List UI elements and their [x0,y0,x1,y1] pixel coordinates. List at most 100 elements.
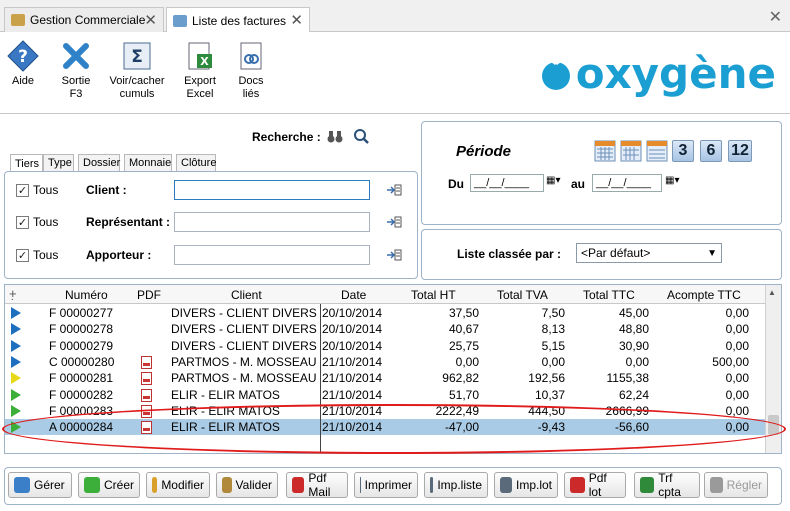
cell-tva: 192,56 [528,371,565,386]
button-icon [222,477,232,493]
aide-button[interactable]: ? Aide [6,40,40,88]
sort-select[interactable]: <Par défaut> ▼ [576,243,722,263]
cell-ttc: 1155,38 [606,371,650,386]
checkbox[interactable]: ✓ [16,248,29,262]
representant-tous-checkbox[interactable]: ✓ Tous [16,215,58,229]
cell-date: 21/10/2014 [322,371,383,386]
tab-label: Gestion Commerciale [30,13,146,27]
button-icon [14,477,30,493]
header-client[interactable]: Client [231,288,262,302]
calendar-week-icon[interactable] [620,140,642,162]
date-from-input[interactable]: __/__/____ [470,174,544,192]
header-pdf[interactable]: PDF [137,288,161,302]
calendar-month-icon[interactable] [646,140,668,162]
date-to-input[interactable]: __/__/____ [592,174,662,192]
table-row[interactable]: C 00000280 PARTMOS - M. MOSSEAU ERIC21/10… [5,354,765,370]
close-icon[interactable]: ✕ [144,11,157,29]
calendar-dropdown-icon[interactable]: ▦▾ [546,175,560,186]
header-numero[interactable]: Numéro [65,288,108,302]
export-excel-button[interactable]: X Export Excel [182,40,218,101]
checkbox[interactable]: ✓ [16,183,29,197]
representant-input[interactable] [174,212,370,232]
header-date[interactable]: Date [341,288,366,302]
subtab-tiers[interactable]: Tiers [10,154,43,172]
sortie-label-2: F3 [69,88,83,100]
apporteur-input[interactable] [174,245,370,265]
svg-text:?: ? [18,47,28,67]
calendar-day-icon[interactable] [594,140,616,162]
docs-lies-button[interactable]: Docs liés [234,40,268,101]
calendar-dropdown-icon[interactable]: ▦▾ [665,175,679,186]
window-close-icon[interactable]: ✕ [769,7,782,27]
button-icon [710,477,723,493]
header-total-tva[interactable]: Total TVA [497,288,548,302]
pdf-icon[interactable] [141,355,152,369]
subtab-cloture[interactable]: Clôture [176,154,216,171]
gérer-button[interactable]: Gérer [8,472,72,498]
excel-icon: X [184,40,216,72]
modifier-button[interactable]: Modifier [146,472,210,498]
client-input[interactable] [174,180,370,200]
button-icon [640,477,655,493]
cell-client: DIVERS - CLIENT DIVERS TEST [171,322,319,337]
cell-ttc: 62,24 [618,387,649,402]
table-row[interactable]: F 00000282 ELIR - ELIR MATOS 21/10/2014 51,… [5,387,765,403]
subtab-dossier[interactable]: Dossier [78,154,120,171]
table-row[interactable]: F 00000281 PARTMOS - M. MOSSEAU ERIC21/10… [5,370,765,386]
cell-acompte: 0,00 [725,306,749,320]
header-total-ttc[interactable]: Total TTC [583,288,635,302]
linked-docs-icon [235,40,267,72]
apporteur-select-icon[interactable] [386,247,402,266]
voir-label-2: cumuls [119,88,155,100]
scroll-up-icon[interactable]: ▲ [768,288,776,297]
client-tous-checkbox[interactable]: ✓ Tous [16,183,58,197]
subtab-type[interactable]: Type [43,154,74,171]
magnifier-icon[interactable] [353,128,369,144]
tab-bar: Gestion Commerciale ✕ Liste des factures… [0,0,790,33]
button-icon [152,477,158,493]
pdf-lot-button[interactable]: Pdf lot [564,471,626,499]
régler-button[interactable]: Régler [704,472,768,498]
table-row[interactable]: F 00000279 DIVERS - CLIENT DIVERS TEST20/… [5,338,765,354]
pdf-icon[interactable] [141,372,152,386]
cell-acompte: 500,00 [712,354,749,369]
oxygene-logo: oxygène [536,52,776,96]
header-acompte-ttc[interactable]: Acompte TTC [667,288,741,302]
imprimer-button[interactable]: Imprimer [354,472,418,498]
voir-cacher-cumuls-button[interactable]: Σ Voir/cacher cumuls [108,40,166,101]
tab-liste-factures[interactable]: Liste des factures ✕ [166,7,310,33]
imp-lot-button[interactable]: Imp.lot [494,472,558,498]
pdf-icon[interactable] [141,388,152,402]
cell-client: ELIR - ELIR MATOS [171,387,280,402]
binoculars-icon[interactable] [327,128,343,144]
cell-numero: F 00000278 [49,322,114,337]
imp-liste-button[interactable]: Imp.liste [424,472,488,498]
créer-button[interactable]: Créer [78,472,140,498]
tous-label: Tous [33,248,59,262]
cell-ttc: 45,00 [618,306,649,320]
export-label-1: Export [184,75,216,87]
status-flag-icon [11,307,21,319]
cell-client: PARTMOS - M. MOSSEAU ERIC [171,371,319,386]
tab-gestion-commerciale[interactable]: Gestion Commerciale ✕ [4,7,164,32]
add-column-icon[interactable]: +̣ [9,286,17,301]
table-row[interactable]: F 00000278 DIVERS - CLIENT DIVERS TEST20/… [5,321,765,337]
client-select-icon[interactable] [386,182,402,201]
cell-numero: F 00000281 [49,371,114,386]
sortie-button[interactable]: Sortie F3 [56,40,96,101]
pdf-mail-button[interactable]: Pdf Mail [286,471,348,499]
period-6-months-button[interactable]: 6 [700,140,722,162]
client-label: Client : [86,183,127,197]
valider-button[interactable]: Valider [216,472,278,498]
apporteur-tous-checkbox[interactable]: ✓ Tous [16,248,58,262]
table-row[interactable]: F 00000277 DIVERS - CLIENT DIVERS TEST20/… [5,305,765,321]
subtab-monnaie[interactable]: Monnaie [124,154,172,171]
header-total-ht[interactable]: Total HT [411,288,456,302]
period-3-months-button[interactable]: 3 [672,140,694,162]
close-icon[interactable]: ✕ [290,11,303,29]
representant-select-icon[interactable] [386,214,402,233]
trf-cpta-button[interactable]: Trf cpta [634,471,700,499]
export-label-2: Excel [186,88,214,100]
period-12-months-button[interactable]: 12 [728,140,752,162]
checkbox[interactable]: ✓ [16,215,29,229]
